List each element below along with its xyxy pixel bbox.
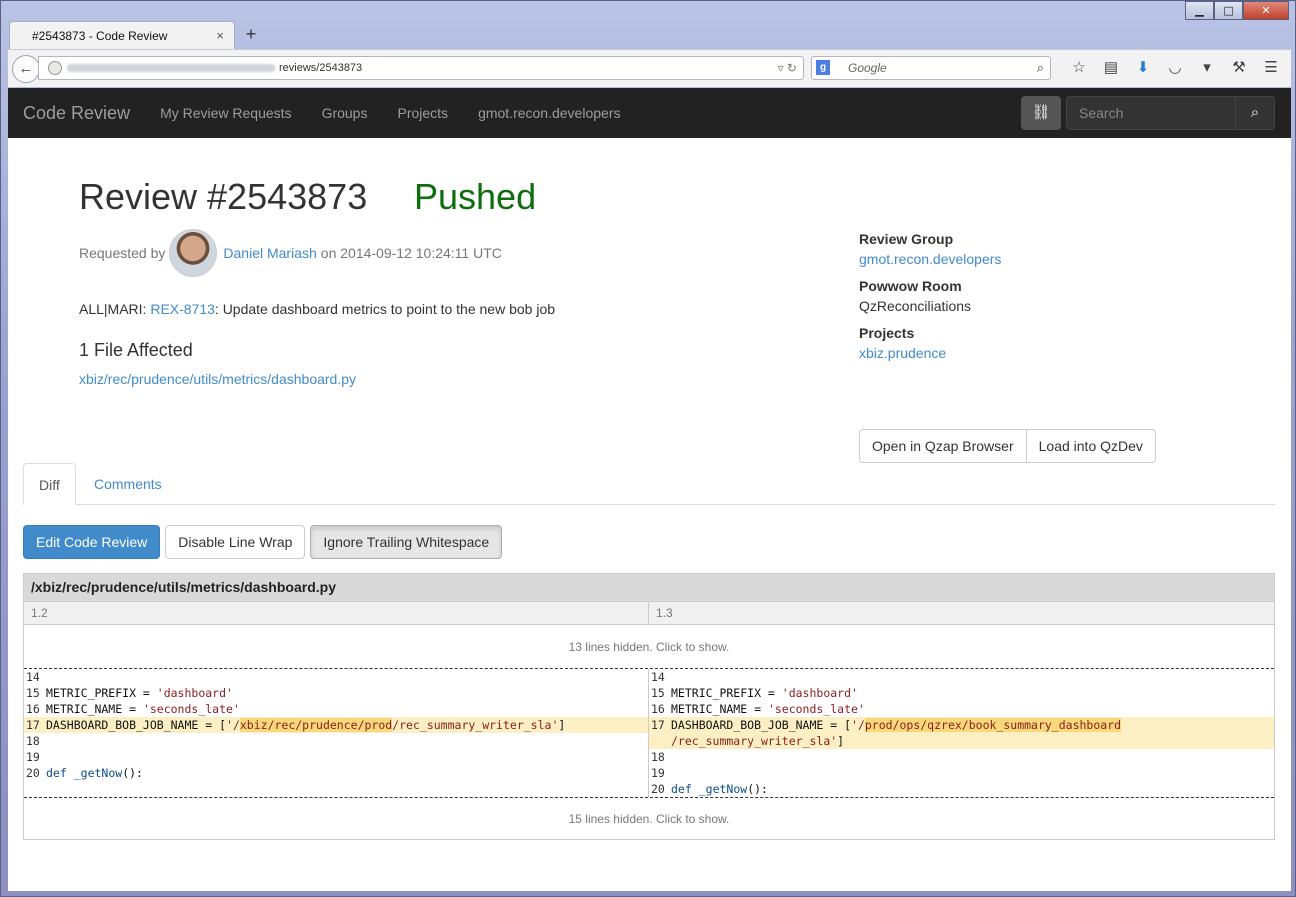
- menu-icon[interactable]: ☰: [1255, 56, 1287, 80]
- review-title: Review #2543873: [79, 176, 368, 217]
- search-placeholder: Google: [848, 61, 887, 75]
- project-link[interactable]: xbiz.prudence: [859, 345, 946, 361]
- window-controls: ▁ □ ✕: [1185, 1, 1289, 20]
- powwow-room-label: Powwow Room: [859, 278, 962, 294]
- ticket-link[interactable]: REX-8713: [150, 301, 215, 317]
- browser-buttons: ☆ ▤ ⬇ ◡ ▾ ⚒ ☰: [1063, 56, 1287, 80]
- review-status: Pushed: [414, 176, 537, 217]
- address-bar[interactable]: reviews/2543873 ▿ ↻: [38, 56, 804, 80]
- external-actions: Open in Qzap Browser Load into QzDev: [859, 429, 1156, 463]
- close-window-button[interactable]: ✕: [1243, 1, 1289, 20]
- requested-by-label: Requested by: [79, 245, 166, 261]
- reading-list-icon[interactable]: ▤: [1095, 56, 1127, 80]
- dropdown-icon[interactable]: ▾: [1191, 56, 1223, 80]
- wrench-icon[interactable]: ⚒: [1223, 56, 1255, 80]
- code-line-changed: 17 DASHBOARD_BOB_JOB_NAME = ['/prod/ops/q…: [649, 717, 1274, 749]
- projects-label: Projects: [859, 325, 915, 341]
- code-line: 20 def _getNow():: [26, 766, 143, 780]
- reload-icon[interactable]: ▿ ↻: [778, 57, 797, 79]
- google-engine-icon[interactable]: g: [816, 60, 830, 75]
- review-group-label: Review Group: [859, 231, 954, 247]
- maximize-button[interactable]: □: [1214, 1, 1243, 20]
- ignore-whitespace-button[interactable]: Ignore Trailing Whitespace: [310, 525, 503, 559]
- nav-group-gmot[interactable]: gmot.recon.developers: [478, 105, 620, 121]
- diff-table: /xbiz/rec/prudence/utils/metrics/dashboa…: [23, 573, 1275, 840]
- diff-left: 14 15 METRIC_PREFIX = 'dashboard' 16 METRI…: [24, 669, 649, 797]
- code-line: 18: [26, 734, 40, 748]
- pocket-icon[interactable]: ◡: [1159, 56, 1191, 80]
- download-icon[interactable]: ⬇: [1127, 56, 1159, 80]
- tab-strip: #2543873 - Code Review × +: [9, 19, 265, 49]
- code-line: 19: [26, 750, 40, 764]
- powwow-room-value: QzReconciliations: [859, 298, 972, 314]
- browser-toolbar: ← reviews/2543873 ▿ ↻ g Google ⌕ ☆ ▤ ⬇ ◡…: [8, 49, 1291, 87]
- revision-row: 1.2 1.3: [24, 601, 1274, 624]
- search-bar[interactable]: g Google ⌕: [811, 56, 1051, 80]
- new-tab-button[interactable]: +: [237, 21, 265, 49]
- review-summary: ALL|MARI: REX-8713: Update dashboard met…: [79, 301, 555, 317]
- nav-search-input[interactable]: Search: [1066, 96, 1236, 130]
- summary-prefix: ALL|MARI:: [79, 301, 151, 317]
- avatar: [169, 229, 218, 277]
- hidden-lines-top[interactable]: 13 lines hidden. Click to show.: [24, 624, 1274, 668]
- nav-my-review-requests[interactable]: My Review Requests: [160, 105, 292, 121]
- minimize-button[interactable]: ▁: [1185, 1, 1214, 20]
- link-icon: ⛓: [1031, 104, 1051, 121]
- url-host-redacted: [67, 64, 275, 73]
- brand-link[interactable]: Code Review: [23, 103, 130, 124]
- file-link[interactable]: xbiz/rec/prudence/utils/metrics/dashboar…: [79, 371, 356, 387]
- load-qzdev-button[interactable]: Load into QzDev: [1026, 429, 1156, 463]
- url-path: reviews/2543873: [279, 62, 363, 74]
- code-line: 20 def _getNow():: [651, 782, 768, 796]
- tab-close-icon[interactable]: ×: [216, 28, 224, 43]
- open-qzap-button[interactable]: Open in Qzap Browser: [859, 429, 1027, 463]
- code-line: 16 METRIC_NAME = 'seconds_late': [651, 702, 865, 716]
- back-arrow-icon: ←: [18, 60, 34, 77]
- back-button[interactable]: ←: [12, 55, 40, 83]
- code-line: 19: [651, 766, 665, 780]
- hidden-lines-bottom[interactable]: 15 lines hidden. Click to show.: [24, 797, 1274, 839]
- review-sidebar: Review Group gmot.recon.developers Powwo…: [859, 229, 1001, 363]
- code-line: 14: [26, 670, 40, 684]
- disable-line-wrap-button[interactable]: Disable Line Wrap: [165, 525, 306, 559]
- browser-window: ▁ □ ✕ #2543873 - Code Review × + ← revie…: [0, 0, 1296, 897]
- diff-right: 14 15 METRIC_PREFIX = 'dashboard' 16 METRI…: [649, 669, 1274, 797]
- code-line: 18: [651, 750, 665, 764]
- top-navbar: Code Review My Review Requests Groups Pr…: [8, 88, 1291, 138]
- left-revision: 1.2: [24, 602, 649, 624]
- nav-groups[interactable]: Groups: [322, 105, 368, 121]
- search-icon[interactable]: ⌕: [1037, 57, 1044, 79]
- tab-title: #2543873 - Code Review: [32, 28, 168, 43]
- requester-link[interactable]: Daniel Mariash: [223, 245, 316, 261]
- bookmark-star-icon[interactable]: ☆: [1063, 56, 1095, 80]
- diff-code: 14 15 METRIC_PREFIX = 'dashboard' 16 METRI…: [24, 668, 1274, 797]
- tab-comments[interactable]: Comments: [79, 463, 177, 505]
- requested-by: Requested by Daniel Mariash on 2014-09-1…: [79, 228, 502, 278]
- nav-search-button[interactable]: ⌕: [1235, 96, 1275, 130]
- edit-code-review-button[interactable]: Edit Code Review: [23, 525, 161, 559]
- diff-file-header: /xbiz/rec/prudence/utils/metrics/dashboa…: [24, 574, 1274, 601]
- link-button[interactable]: ⛓: [1021, 96, 1061, 130]
- requested-date: on 2014-09-12 10:24:11 UTC: [320, 245, 502, 261]
- right-revision: 1.3: [656, 606, 673, 620]
- code-line-changed: 17 DASHBOARD_BOB_JOB_NAME = ['/xbiz/rec/p…: [24, 717, 648, 733]
- code-line: 15 METRIC_PREFIX = 'dashboard': [651, 686, 858, 700]
- review-tabs: Diff Comments: [23, 463, 1275, 505]
- code-line: 16 METRIC_NAME = 'seconds_late': [26, 702, 240, 716]
- diff-actions: Edit Code Review Disable Line Wrap Ignor…: [23, 525, 503, 559]
- site-identity-icon[interactable]: [48, 61, 62, 75]
- code-line: 14: [651, 670, 665, 684]
- search-icon: ⌕: [1250, 104, 1260, 121]
- review-group-link[interactable]: gmot.recon.developers: [859, 251, 1001, 267]
- page-content: Code Review My Review Requests Groups Pr…: [8, 88, 1291, 891]
- code-line: 15 METRIC_PREFIX = 'dashboard': [26, 686, 233, 700]
- files-affected-heading: 1 File Affected: [79, 340, 193, 360]
- browser-tab[interactable]: #2543873 - Code Review ×: [9, 21, 235, 49]
- tab-diff[interactable]: Diff: [23, 463, 76, 505]
- summary-text: : Update dashboard metrics to point to t…: [214, 301, 556, 317]
- nav-projects[interactable]: Projects: [397, 105, 448, 121]
